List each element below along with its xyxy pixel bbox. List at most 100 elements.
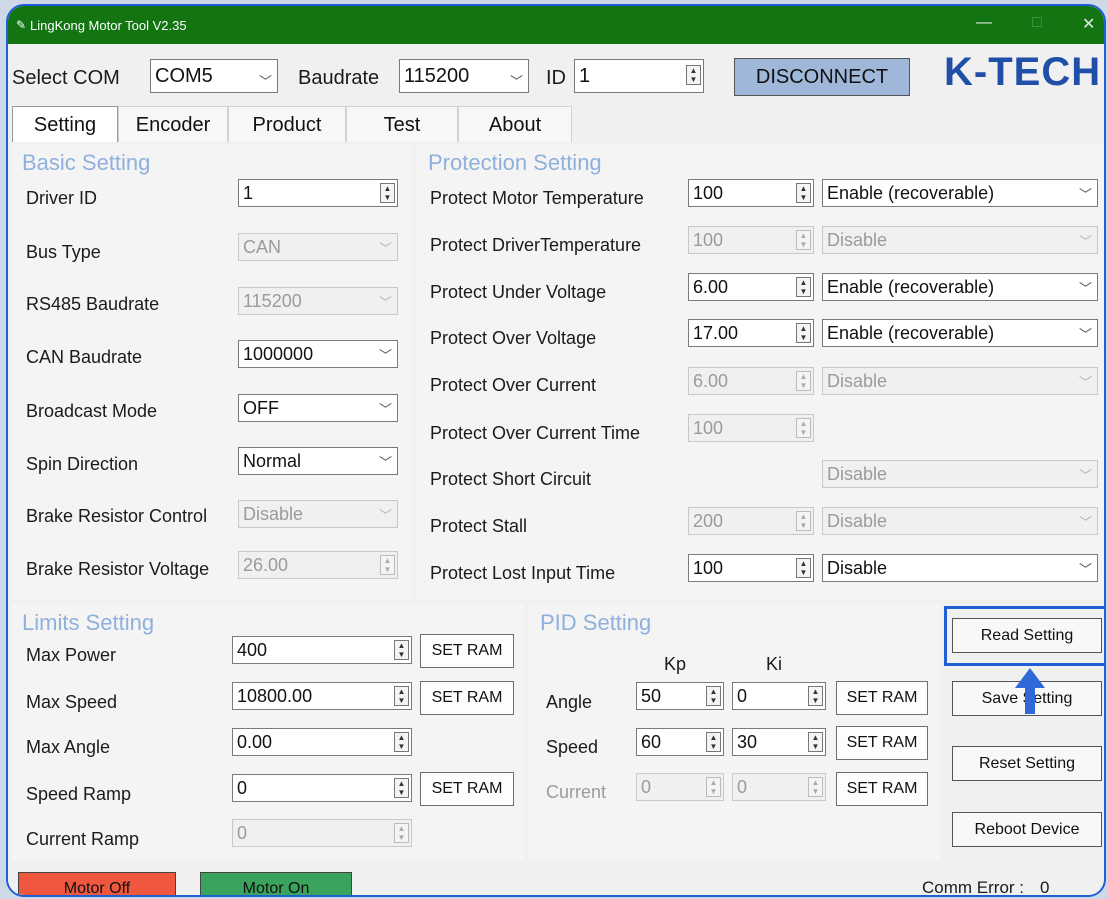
spin-arrows-icon[interactable]: ▲ ▼: [380, 183, 395, 203]
minimize-icon[interactable]: —: [976, 14, 992, 32]
protect-short-circuit-mode-select[interactable]: Disable ﹀: [822, 460, 1098, 488]
protect-under-voltage-spinner[interactable]: 6.00 ▲ ▼: [688, 273, 814, 301]
spin-arrows-icon[interactable]: ▲ ▼: [796, 323, 811, 343]
rs485-baudrate-select[interactable]: 115200 ﹀: [238, 287, 398, 315]
spin-arrows-icon[interactable]: ▲ ▼: [394, 778, 409, 798]
max-speed-label: Max Speed: [26, 692, 118, 712]
spin-arrows-icon[interactable]: ▲ ▼: [808, 777, 823, 797]
motor-off-button[interactable]: Motor Off: [18, 872, 176, 895]
protect-stall-value: 200: [693, 511, 724, 531]
brake-resistor-control-select[interactable]: Disable ﹀: [238, 500, 398, 528]
chevron-down-icon: ﹀: [1078, 468, 1092, 483]
maximize-icon[interactable]: □: [1032, 14, 1042, 32]
protect-lost-input-time-mode-select[interactable]: Disable ﹀: [822, 554, 1098, 582]
pid-current-set-ram-button[interactable]: SET RAM: [836, 772, 928, 806]
protect-over-current-mode-select[interactable]: Disable ﹀: [822, 367, 1098, 395]
pid-angle-kp-value: 50: [641, 686, 662, 706]
spin-arrows-icon[interactable]: ▲ ▼: [706, 732, 721, 752]
spin-arrows-icon[interactable]: ▲ ▼: [706, 777, 721, 797]
max-speed-spinner[interactable]: 10800.00 ▲ ▼: [232, 682, 412, 710]
pid-current-kp-spinner[interactable]: 0 ▲ ▼: [636, 773, 724, 801]
max-speed-set-ram-button[interactable]: SET RAM: [420, 681, 514, 715]
protect-under-voltage-mode: Enable (recoverable): [827, 277, 995, 297]
baudrate-select[interactable]: 115200 ﹀: [399, 59, 529, 93]
current-ramp-spinner[interactable]: 0 ▲ ▼: [232, 819, 412, 847]
spin-arrows-icon[interactable]: ▲ ▼: [796, 558, 811, 578]
chevron-down-icon: ﹀: [378, 295, 392, 310]
driver-id-label: Driver ID: [26, 188, 97, 208]
spin-arrows-icon[interactable]: ▲ ▼: [394, 732, 409, 752]
motor-on-button[interactable]: Motor On: [200, 872, 352, 895]
chevron-down-icon: ﹀: [378, 402, 392, 417]
pid-speed-label: Speed: [546, 737, 599, 757]
spin-arrows-icon[interactable]: ▲ ▼: [796, 511, 811, 531]
protect-short-circuit-label: Protect Short Circuit: [430, 469, 592, 489]
max-power-set-ram-button[interactable]: SET RAM: [420, 634, 514, 668]
brake-resistor-voltage-spinner[interactable]: 26.00 ▲ ▼: [238, 551, 398, 579]
protect-over-current-label: Protect Over Current: [430, 375, 597, 395]
bus-type-select[interactable]: CAN ﹀: [238, 233, 398, 261]
protect-stall-mode-select[interactable]: Disable ﹀: [822, 507, 1098, 535]
spin-arrows-icon[interactable]: ▲ ▼: [796, 183, 811, 203]
pid-current-ki-spinner[interactable]: 0 ▲ ▼: [732, 773, 826, 801]
spin-arrows-icon[interactable]: ▲ ▼: [796, 230, 811, 250]
max-angle-value: 0.00: [237, 732, 273, 752]
tab-encoder[interactable]: Encoder: [118, 106, 228, 142]
driver-id-spinner[interactable]: 1 ▲ ▼: [238, 179, 398, 207]
k-tech-logo: K-TECH: [944, 50, 1102, 94]
pid-angle-set-ram-button[interactable]: SET RAM: [836, 681, 928, 715]
speed-ramp-spinner[interactable]: 0 ▲ ▼: [232, 774, 412, 802]
protect-under-voltage-label: Protect Under Voltage: [430, 282, 607, 302]
reset-setting-button[interactable]: Reset Setting: [952, 746, 1102, 781]
pid-angle-kp-spinner[interactable]: 50 ▲ ▼: [636, 682, 724, 710]
pid-speed-set-ram-button[interactable]: SET RAM: [836, 726, 928, 760]
can-baudrate-select[interactable]: 1000000 ﹀: [238, 340, 398, 368]
protect-lost-input-time-spinner[interactable]: 100 ▲ ▼: [688, 554, 814, 582]
tab-test[interactable]: Test: [346, 106, 458, 142]
protect-over-current-time-label: Protect Over Current Time: [430, 423, 641, 443]
spin-arrows-icon[interactable]: ▲ ▼: [796, 277, 811, 297]
spin-arrows-icon[interactable]: ▲ ▼: [796, 418, 811, 438]
spin-arrows-icon[interactable]: ▲ ▼: [394, 823, 409, 843]
basic-setting-panel: [12, 144, 412, 599]
spin-arrows-icon[interactable]: ▲ ▼: [706, 686, 721, 706]
protect-over-current-time-spinner[interactable]: 100 ▲ ▼: [688, 414, 814, 442]
com-select[interactable]: COM5 ﹀: [150, 59, 278, 93]
protect-over-voltage-spinner[interactable]: 17.00 ▲ ▼: [688, 319, 814, 347]
max-power-spinner[interactable]: 400 ▲ ▼: [232, 636, 412, 664]
tab-about[interactable]: About: [458, 106, 572, 142]
protect-stall-spinner[interactable]: 200 ▲ ▼: [688, 507, 814, 535]
reboot-device-button[interactable]: Reboot Device: [952, 812, 1102, 847]
spin-arrows-icon[interactable]: ▲ ▼: [808, 732, 823, 752]
spin-arrows-icon[interactable]: ▲ ▼: [808, 686, 823, 706]
protect-driver-temp-value: 100: [693, 230, 724, 250]
spin-arrows-icon[interactable]: ▲ ▼: [380, 555, 395, 575]
tab-product[interactable]: Product: [228, 106, 346, 142]
speed-ramp-set-ram-button[interactable]: SET RAM: [420, 772, 514, 806]
protect-motor-temp-spinner[interactable]: 100 ▲ ▼: [688, 179, 814, 207]
tab-setting[interactable]: Setting: [12, 106, 118, 142]
pid-speed-ki-spinner[interactable]: 30 ▲ ▼: [732, 728, 826, 756]
protect-motor-temp-label: Protect Motor Temperature: [430, 188, 644, 208]
close-icon[interactable]: ✕: [1082, 14, 1095, 34]
pid-angle-ki-spinner[interactable]: 0 ▲ ▼: [732, 682, 826, 710]
protect-under-voltage-mode-select[interactable]: Enable (recoverable) ﹀: [822, 273, 1098, 301]
protect-driver-temp-mode-select[interactable]: Disable ﹀: [822, 226, 1098, 254]
chevron-down-icon: ﹀: [378, 508, 392, 523]
max-angle-spinner[interactable]: 0.00 ▲ ▼: [232, 728, 412, 756]
pid-speed-kp-spinner[interactable]: 60 ▲ ▼: [636, 728, 724, 756]
protect-over-voltage-mode-select[interactable]: Enable (recoverable) ﹀: [822, 319, 1098, 347]
spin-arrows-icon[interactable]: ▲ ▼: [394, 640, 409, 660]
spin-arrows-icon[interactable]: ▲ ▼: [686, 65, 701, 85]
read-setting-button[interactable]: Read Setting: [952, 618, 1102, 653]
protect-motor-temp-mode-select[interactable]: Enable (recoverable) ﹀: [822, 179, 1098, 207]
protect-driver-temp-spinner[interactable]: 100 ▲ ▼: [688, 226, 814, 254]
broadcast-mode-select[interactable]: OFF ﹀: [238, 394, 398, 422]
id-spinner[interactable]: 1 ▲ ▼: [574, 59, 704, 93]
protect-driver-temp-mode: Disable: [827, 230, 888, 250]
spin-direction-select[interactable]: Normal ﹀: [238, 447, 398, 475]
disconnect-button[interactable]: DISCONNECT: [734, 58, 910, 96]
spin-arrows-icon[interactable]: ▲ ▼: [394, 686, 409, 706]
protect-over-current-spinner[interactable]: 6.00 ▲ ▼: [688, 367, 814, 395]
spin-arrows-icon[interactable]: ▲ ▼: [796, 371, 811, 391]
